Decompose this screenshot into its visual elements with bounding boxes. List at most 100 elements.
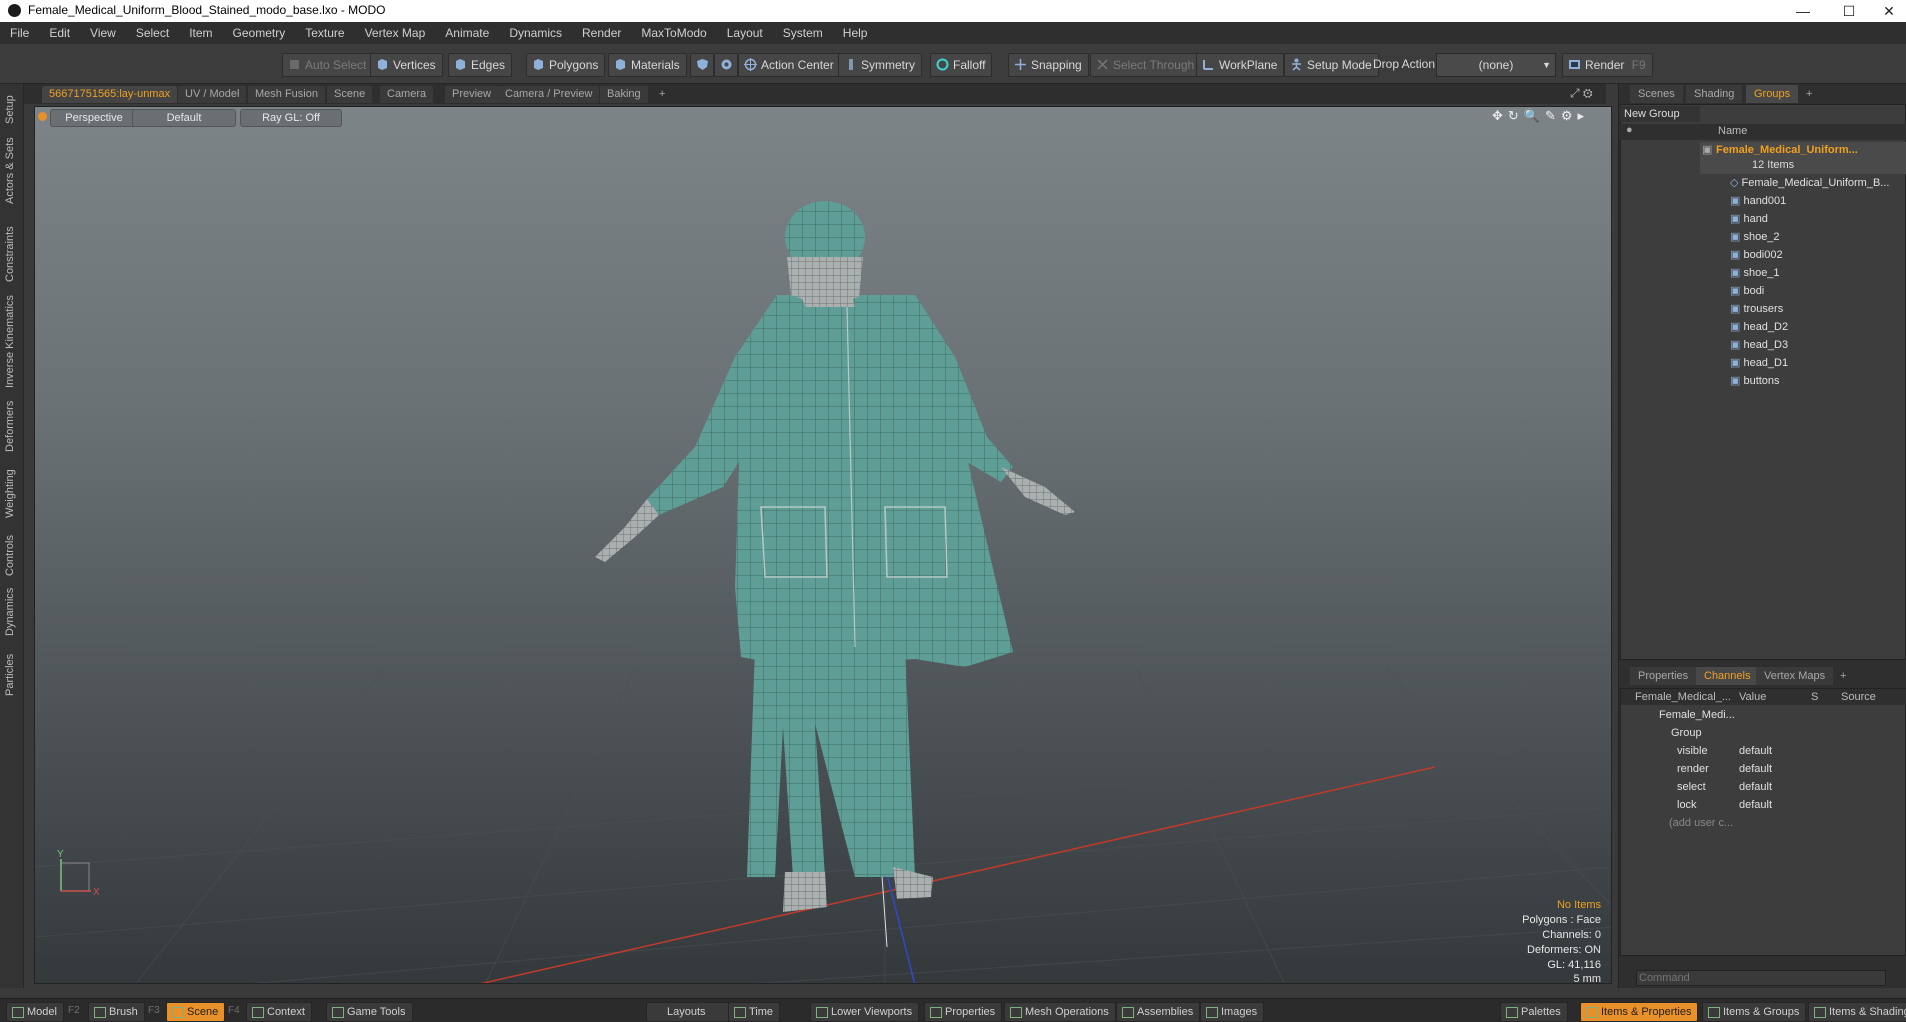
menu-view[interactable]: View <box>80 26 126 40</box>
close-button[interactable]: ✕ <box>1866 0 1906 22</box>
menu-item[interactable]: Item <box>179 26 222 40</box>
shading-default-button[interactable]: Default <box>132 109 236 127</box>
menu-file[interactable]: File <box>0 26 39 40</box>
viewport-options-icon[interactable] <box>38 112 47 121</box>
polygons-button[interactable]: Polygons <box>526 53 606 77</box>
model-layout-button[interactable]: Model <box>6 1002 64 1022</box>
menu-geometry[interactable]: Geometry <box>223 26 296 40</box>
list-item-10[interactable]: ▣ head_D1 <box>1618 354 1906 372</box>
lower-viewports-button[interactable]: Lower Viewports <box>810 1002 920 1022</box>
tab-vertex-maps[interactable]: Vertex Maps <box>1756 667 1834 685</box>
list-item-3[interactable]: ▣ shoe_2 <box>1618 228 1906 246</box>
vtab-actors-sets[interactable]: Actors & Sets <box>4 137 20 204</box>
add-tab-button[interactable]: + <box>652 86 672 103</box>
menu-help[interactable]: Help <box>833 26 878 40</box>
vertices-button[interactable]: Vertices <box>370 53 443 77</box>
tab-scenes[interactable]: Scenes <box>1630 85 1683 103</box>
materials-button[interactable]: Materials <box>608 53 687 77</box>
perspective-button[interactable]: Perspective <box>50 109 138 127</box>
items-groups-button[interactable]: Items & Groups <box>1702 1002 1807 1022</box>
tab-uv-model[interactable]: UV / Model <box>178 86 247 103</box>
render-value[interactable]: default <box>1739 763 1772 775</box>
menu-render[interactable]: Render <box>572 26 631 40</box>
scene-layout-button[interactable]: Scene <box>166 1002 226 1022</box>
add-channels-tab[interactable]: + <box>1832 667 1854 685</box>
vtab-deformers[interactable]: Deformers <box>4 396 20 452</box>
3d-viewport[interactable]: Y X No Items Polygons : Face Channels: 0… <box>34 106 1612 984</box>
setup-mode-button[interactable]: Setup Mode <box>1284 53 1379 77</box>
tab-scene[interactable]: Scene <box>327 86 373 103</box>
channel-root[interactable]: Female_Medi... <box>1659 709 1735 721</box>
element-mode-button[interactable] <box>690 53 714 77</box>
tab-camera[interactable]: Camera <box>380 86 434 103</box>
add-user-channel[interactable]: (add user c... <box>1669 817 1733 829</box>
group-row[interactable]: ▣ Female_Medical_Uniform... 12 Items <box>1700 142 1906 174</box>
workplane-button[interactable]: WorkPlane <box>1196 53 1285 77</box>
list-item-5[interactable]: ▣ shoe_1 <box>1618 264 1906 282</box>
menu-select[interactable]: Select <box>126 26 179 40</box>
item-mode-button[interactable] <box>714 53 738 77</box>
list-item-2[interactable]: ▣ hand <box>1618 210 1906 228</box>
vtab-inverse-kinematics[interactable]: Inverse Kinematics <box>4 292 20 388</box>
symmetry-button[interactable]: Symmetry <box>838 53 922 77</box>
select-through-button[interactable]: Select Through <box>1090 53 1202 77</box>
select-value[interactable]: default <box>1739 781 1772 793</box>
palettes-button[interactable]: Palettes <box>1500 1002 1568 1022</box>
tab-preview[interactable]: Preview <box>445 86 499 103</box>
menu-layout[interactable]: Layout <box>717 26 773 40</box>
vtab-particles[interactable]: Particles <box>4 644 20 696</box>
lock-value[interactable]: default <box>1739 799 1772 811</box>
tab-baking[interactable]: Baking <box>600 86 648 103</box>
eye-icon[interactable]: ● <box>1626 124 1633 136</box>
edges-button[interactable]: Edges <box>448 53 513 77</box>
tab-camera-preview[interactable]: Camera / Preview <box>498 86 600 103</box>
images-button[interactable]: Images <box>1200 1002 1265 1022</box>
brush-layout-button[interactable]: Brush <box>88 1002 145 1022</box>
menu-animate[interactable]: Animate <box>435 26 499 40</box>
game-tools-button[interactable]: Game Tools <box>326 1002 413 1022</box>
assemblies-button[interactable]: Assemblies <box>1116 1002 1201 1022</box>
list-item-8[interactable]: ▣ head_D2 <box>1618 318 1906 336</box>
list-item-6[interactable]: ▣ bodi <box>1618 282 1906 300</box>
items-shading-button[interactable]: Items & Shading <box>1808 1002 1906 1022</box>
tab-properties[interactable]: Properties <box>1630 667 1697 685</box>
vtab-controls[interactable]: Controls <box>4 528 20 576</box>
vtab-constraints[interactable]: Constraints <box>4 220 20 282</box>
render-button[interactable]: Render F9 <box>1562 53 1653 77</box>
vtab-setup[interactable]: Setup <box>4 88 20 124</box>
add-panel-tab[interactable]: + <box>1798 85 1820 103</box>
command-input[interactable] <box>1636 970 1886 986</box>
menu-dynamics[interactable]: Dynamics <box>499 26 572 40</box>
items-properties-button[interactable]: Items & Properties <box>1580 1002 1699 1022</box>
menu-vertex-map[interactable]: Vertex Map <box>355 26 436 40</box>
time-button[interactable]: Time <box>728 1002 781 1022</box>
context-layout-button[interactable]: Context <box>246 1002 312 1022</box>
list-item-11[interactable]: ▣ buttons <box>1618 372 1906 390</box>
mesh-operations-button[interactable]: Mesh Operations <box>1004 1002 1116 1022</box>
viewport-navigation-icons[interactable]: ✥↻🔍✎⚙▸ <box>1492 108 1604 126</box>
menu-edit[interactable]: Edit <box>39 26 80 40</box>
channel-group[interactable]: Group <box>1671 727 1702 739</box>
tab-groups[interactable]: Groups <box>1746 85 1799 103</box>
list-item-1[interactable]: ▣ hand001 <box>1618 192 1906 210</box>
tab-lay-unmax[interactable]: 56671751565:lay-unmax <box>42 86 178 103</box>
vtab-dynamics[interactable]: Dynamics <box>4 584 20 636</box>
list-item-4[interactable]: ▣ bodi002 <box>1618 246 1906 264</box>
snapping-button[interactable]: Snapping <box>1008 53 1089 77</box>
list-item-0[interactable]: ◇ Female_Medical_Uniform_B... <box>1618 174 1906 192</box>
minimize-button[interactable]: — <box>1780 0 1826 22</box>
vtab-weighting[interactable]: Weighting <box>4 462 20 518</box>
tab-shading[interactable]: Shading <box>1686 85 1743 103</box>
action-center-button[interactable]: Action Center <box>738 53 841 77</box>
auto-select-button[interactable]: Auto Select <box>282 53 374 77</box>
tab-mesh-fusion[interactable]: Mesh Fusion <box>248 86 325 103</box>
list-item-7[interactable]: ▣ trousers <box>1618 300 1906 318</box>
raygl-button[interactable]: Ray GL: Off <box>240 109 342 127</box>
list-item-9[interactable]: ▣ head_D3 <box>1618 336 1906 354</box>
menu-maxtomodo[interactable]: MaxToModo <box>631 26 716 40</box>
properties-button[interactable]: Properties <box>924 1002 1003 1022</box>
menu-texture[interactable]: Texture <box>295 26 354 40</box>
menu-system[interactable]: System <box>773 26 833 40</box>
visible-value[interactable]: default <box>1739 745 1772 757</box>
viewport-expand-icon[interactable]: ⤢ ⚙ <box>1570 86 1602 102</box>
